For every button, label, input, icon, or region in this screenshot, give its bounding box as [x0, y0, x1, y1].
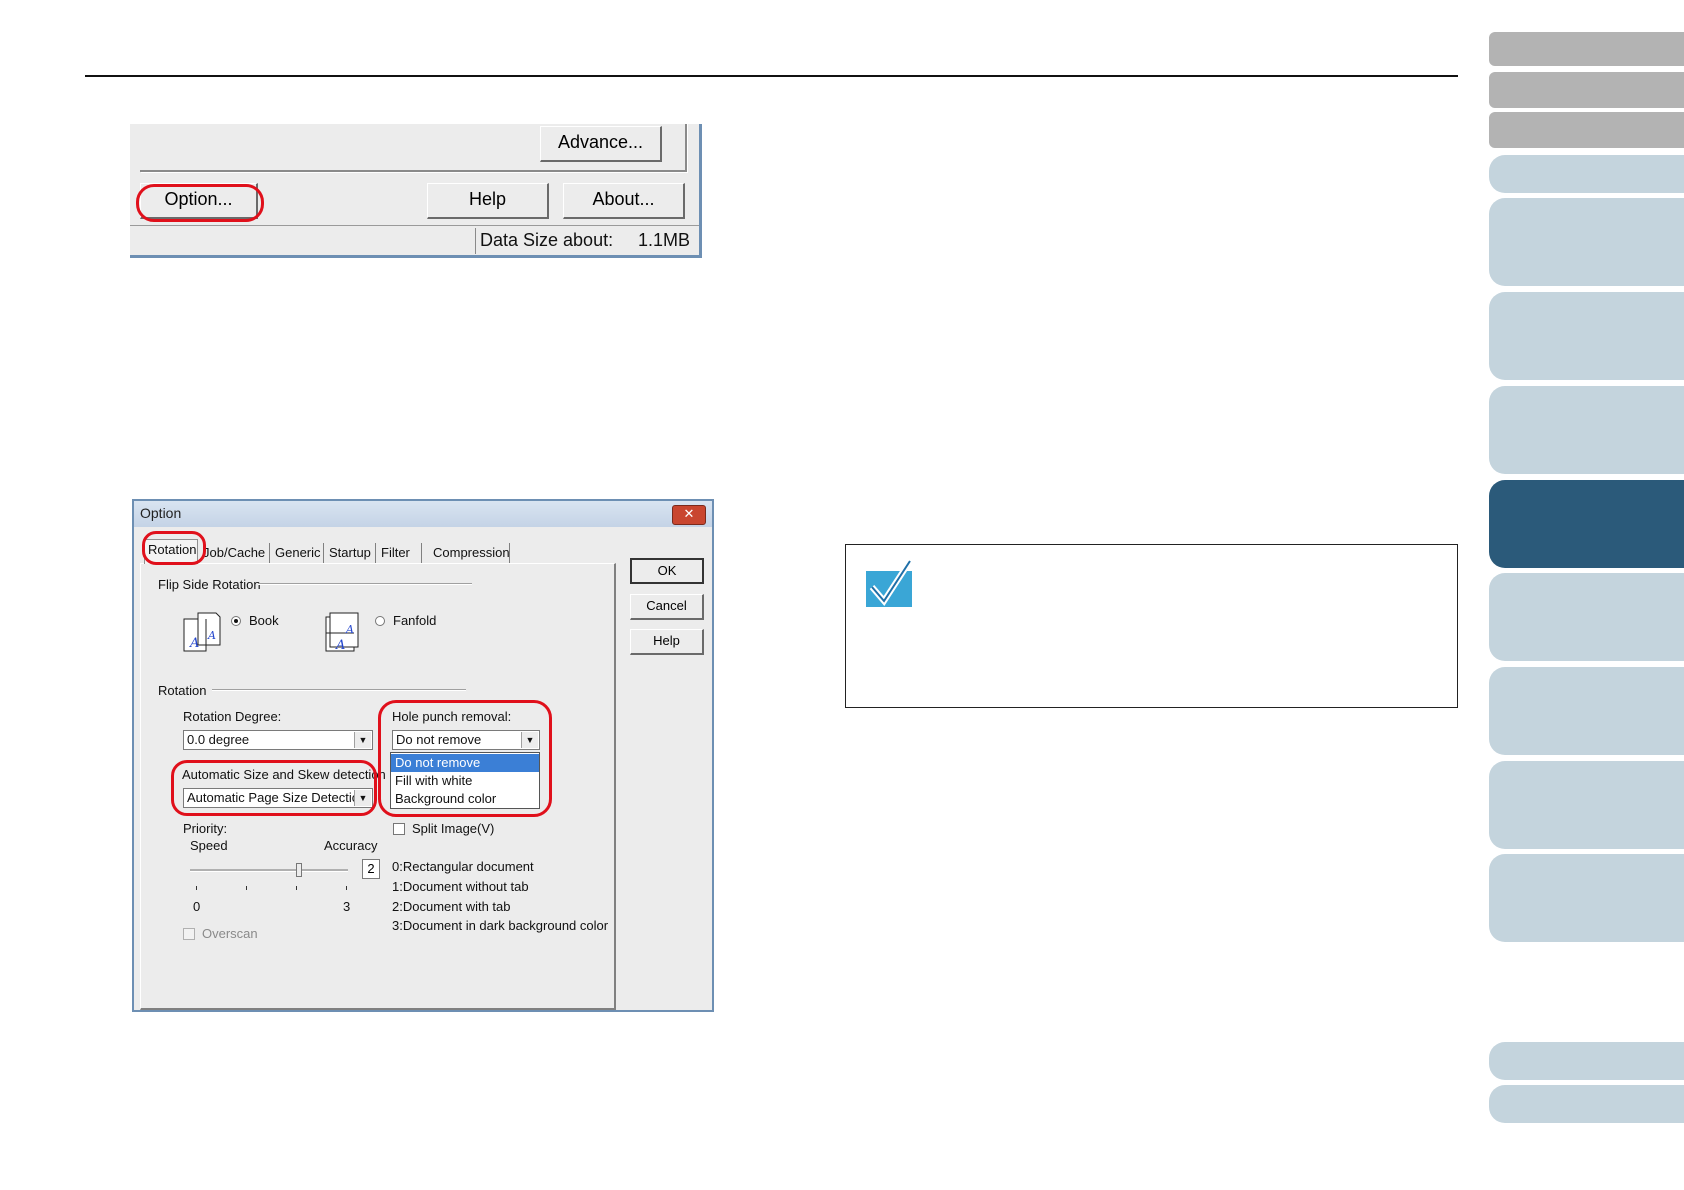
help-button-dialog[interactable]: Help	[630, 629, 704, 655]
side-tab-14[interactable]	[1489, 1085, 1684, 1123]
svg-text:A: A	[207, 629, 216, 642]
side-tab-4[interactable]	[1489, 155, 1684, 193]
side-tab-3[interactable]	[1489, 112, 1684, 148]
side-tab-5[interactable]	[1489, 198, 1684, 286]
rotation-degree-select[interactable]: 0.0 degree ▼	[183, 730, 373, 750]
scale-min-label: 0	[193, 899, 201, 914]
status-data-size-label: Data Size about:	[480, 230, 614, 250]
side-tab-active[interactable]	[1489, 480, 1684, 568]
fanfold-radio[interactable]	[375, 616, 385, 626]
slider-tick	[296, 886, 297, 890]
document-type-1: 1:Document without tab	[392, 879, 529, 894]
book-radio-label[interactable]: Book	[249, 613, 279, 628]
split-image-checkbox[interactable]	[393, 823, 405, 835]
side-tab-13[interactable]	[1489, 1042, 1684, 1080]
priority-label: Priority:	[183, 821, 228, 836]
book-document-icon: A A	[183, 612, 221, 652]
about-button[interactable]: About...	[563, 183, 685, 219]
window-edge-bottom	[130, 255, 702, 258]
side-tab-1[interactable]	[1489, 32, 1684, 66]
help-button[interactable]: Help	[427, 183, 549, 219]
priority-slider-thumb[interactable]	[296, 863, 302, 877]
page-header-rule	[85, 75, 1458, 77]
side-tab-10[interactable]	[1489, 667, 1684, 755]
split-image-label[interactable]: Split Image(V)	[412, 821, 494, 836]
fanfold-document-icon: A A	[325, 612, 359, 653]
document-type-3: 3:Document in dark background color	[392, 918, 609, 933]
side-tab-7[interactable]	[1489, 386, 1684, 474]
rotation-tab-highlight	[142, 531, 206, 565]
flip-side-rotation-label: Flip Side Rotation	[158, 577, 261, 592]
side-tab-6[interactable]	[1489, 292, 1684, 380]
ok-button[interactable]: OK	[630, 558, 704, 584]
priority-slider-track[interactable]	[190, 869, 348, 872]
close-icon[interactable]: ✕	[672, 505, 706, 525]
tab-compression[interactable]: Compression	[430, 543, 510, 563]
rotation-group-label: Rotation	[158, 683, 207, 698]
scale-max-label: 3	[343, 899, 351, 914]
tab-generic[interactable]: Generic	[272, 543, 324, 563]
tab-filter[interactable]: Filter	[378, 543, 422, 563]
fanfold-radio-label[interactable]: Fanfold	[393, 613, 436, 628]
speed-label: Speed	[190, 838, 228, 853]
rotation-degree-value: 0.0 degree	[187, 732, 250, 747]
document-type-0: 0:Rectangular document	[392, 859, 534, 874]
advance-button[interactable]: Advance...	[540, 126, 662, 162]
window-edge-right	[699, 124, 702, 258]
side-tab-9[interactable]	[1489, 573, 1684, 661]
flip-side-group-line	[258, 583, 472, 585]
option-button-highlight	[136, 184, 264, 222]
side-tab-2[interactable]	[1489, 72, 1684, 108]
hole-punch-highlight	[378, 700, 552, 817]
accuracy-label: Accuracy	[324, 838, 378, 853]
svg-text:A: A	[335, 638, 345, 653]
chevron-down-icon[interactable]: ▼	[354, 732, 371, 748]
status-bar	[130, 225, 702, 256]
svg-text:A: A	[189, 636, 199, 651]
slider-tick	[246, 886, 247, 890]
overscan-checkbox[interactable]	[183, 928, 195, 940]
auto-size-highlight	[171, 760, 377, 816]
slider-tick	[346, 886, 347, 890]
status-data-size-value: 1.1MB	[638, 230, 691, 250]
dialog-titlebar: Option ✕	[134, 501, 712, 527]
overscan-label: Overscan	[202, 926, 258, 941]
tab-job-cache[interactable]: Job/Cache	[200, 543, 270, 563]
document-type-2: 2:Document with tab	[392, 899, 511, 914]
rotation-group-line	[212, 689, 466, 691]
dialog-title: Option	[140, 505, 182, 521]
status-separator	[475, 228, 476, 254]
side-tab-11[interactable]	[1489, 761, 1684, 849]
slider-tick	[196, 886, 197, 890]
cancel-button[interactable]: Cancel	[630, 594, 704, 620]
note-box	[845, 544, 1458, 708]
priority-value-box[interactable]: 2	[362, 859, 380, 879]
book-radio[interactable]	[231, 616, 241, 626]
side-tab-12[interactable]	[1489, 854, 1684, 942]
checkmark-note-icon	[866, 559, 912, 607]
rotation-degree-label: Rotation Degree:	[183, 709, 282, 724]
svg-text:A: A	[345, 623, 354, 636]
tab-startup[interactable]: Startup	[326, 543, 376, 563]
